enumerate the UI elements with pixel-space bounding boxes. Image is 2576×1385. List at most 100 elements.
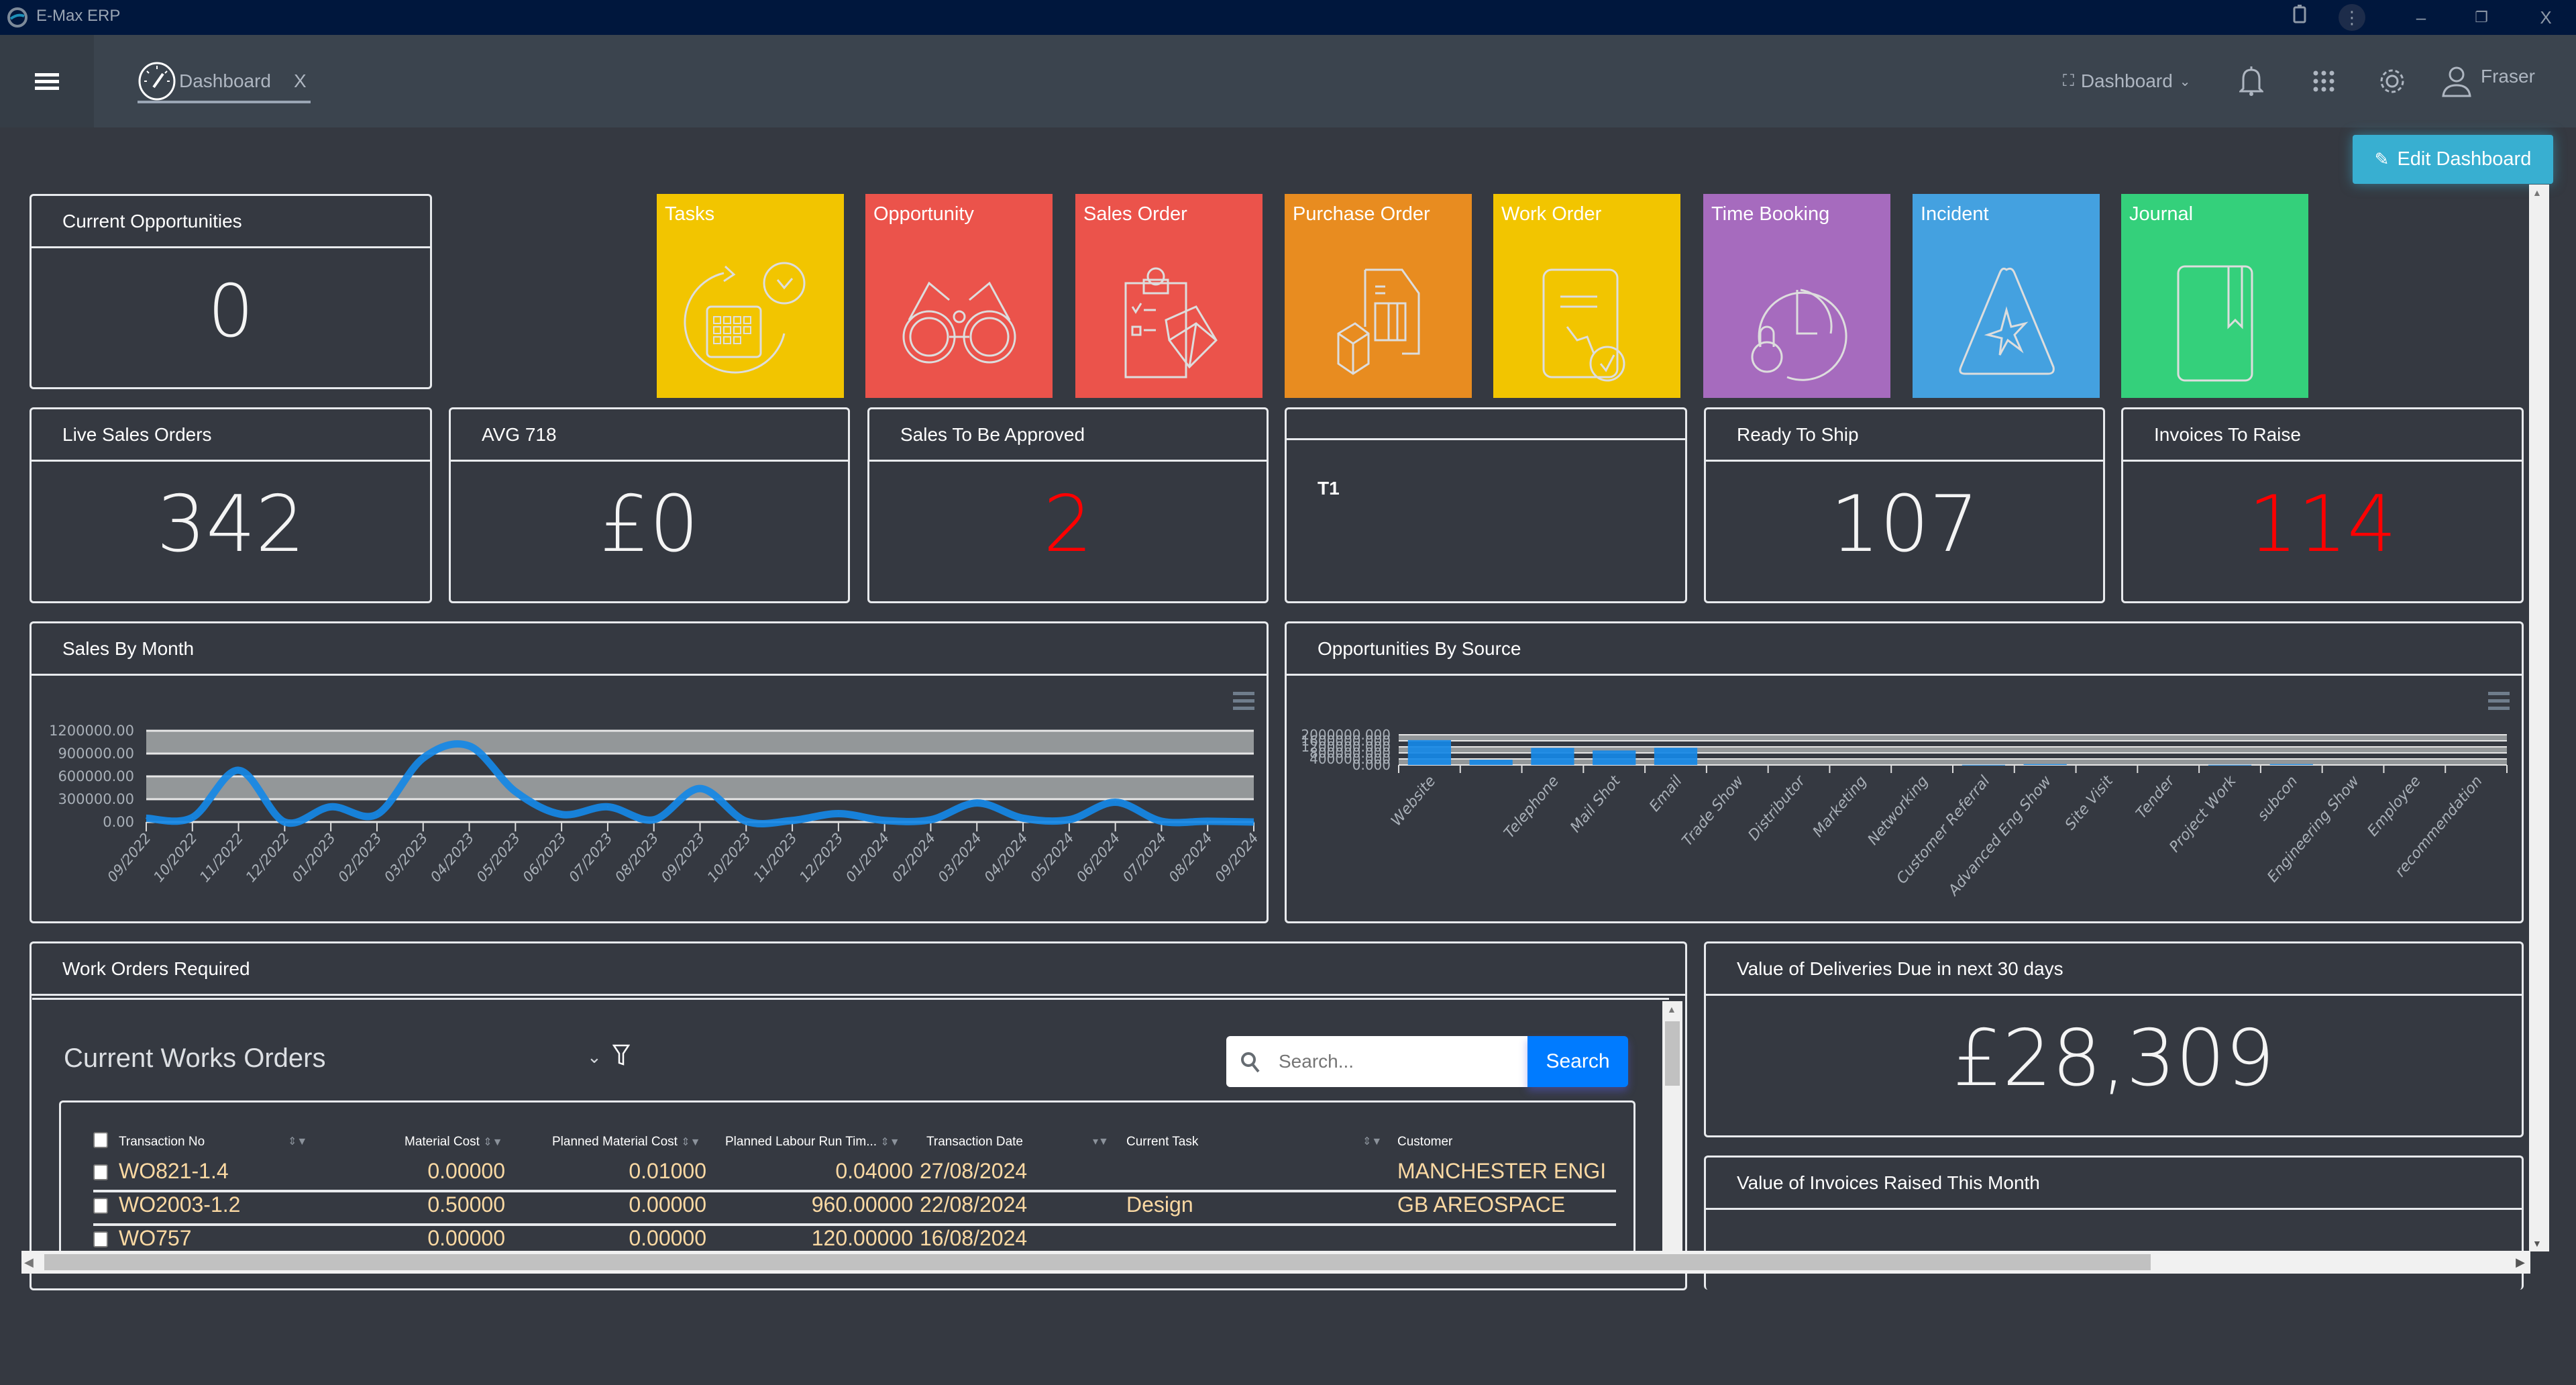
- search-icon: [1241, 1052, 1260, 1073]
- cell-transaction-no[interactable]: WO821-1.4: [119, 1159, 229, 1184]
- x-tick-label: Advanced Eng Show: [1945, 772, 2055, 900]
- column-header-planned-labour-run-time[interactable]: Planned Labour Run Tim... ⇕▼: [725, 1135, 900, 1149]
- sales-point: [1068, 819, 1070, 821]
- search-button[interactable]: Search: [1527, 1036, 1628, 1087]
- column-header-current-task[interactable]: Current Task: [1126, 1135, 1198, 1149]
- tile-time-booking[interactable]: Time Booking: [1703, 194, 1890, 398]
- column-header-material-cost[interactable]: Material Cost ⇕▼: [405, 1135, 502, 1149]
- filter-icon[interactable]: [612, 1044, 631, 1069]
- app-logo-icon: [7, 7, 28, 28]
- cell-transaction-date: 27/08/2024: [920, 1159, 1028, 1183]
- horizontal-scrollbar-thumb[interactable]: [44, 1254, 2151, 1270]
- edit-dashboard-button[interactable]: ✎ Edit Dashboard: [2353, 135, 2553, 184]
- column-header-transaction-no[interactable]: Transaction No: [119, 1135, 205, 1149]
- x-tick-label: Website: [1388, 773, 1439, 829]
- x-tick-label: 05/2024: [1027, 830, 1077, 885]
- search-input[interactable]: [1279, 1045, 1520, 1078]
- tab-close-button[interactable]: X: [294, 70, 307, 92]
- column-header-planned-material-cost[interactable]: Planned Material Cost ⇕▼: [552, 1135, 700, 1149]
- close-window-button[interactable]: X: [2530, 4, 2561, 31]
- more-options-icon[interactable]: ⋮: [2339, 4, 2365, 31]
- x-tick-label: 01/2024: [843, 830, 892, 885]
- x-tick-label: subcon: [2255, 773, 2302, 824]
- sort-filter-icon[interactable]: ▾▼: [1093, 1135, 1109, 1148]
- tile-label: Time Booking: [1711, 203, 1830, 225]
- row-checkbox[interactable]: [93, 1164, 108, 1180]
- tile-tasks[interactable]: Tasks: [657, 194, 844, 398]
- minimize-button[interactable]: –: [2406, 4, 2436, 31]
- y-tick-label: 0.00: [103, 814, 134, 830]
- tile-sales-order[interactable]: Sales Order: [1075, 194, 1263, 398]
- bell-icon: [2239, 66, 2263, 96]
- cell-customer: GB AREOSPACE: [1397, 1192, 1566, 1217]
- restore-button[interactable]: ❐: [2466, 4, 2497, 31]
- sales-point: [930, 819, 932, 821]
- sales-point: [191, 817, 193, 819]
- tile-journal[interactable]: Journal: [2121, 194, 2308, 398]
- cell-transaction-no[interactable]: WO2003-1.2: [119, 1192, 240, 1217]
- avg-card[interactable]: AVG 718 £0: [449, 407, 850, 603]
- x-tick-label: 12/2022: [243, 830, 292, 885]
- scrollbar-thumb[interactable]: [1665, 1021, 1680, 1086]
- column-header-customer[interactable]: Customer: [1397, 1135, 1452, 1149]
- x-tick-label: Networking: [1865, 773, 1932, 849]
- card-value: 2: [1043, 479, 1093, 570]
- dashboard-selector[interactable]: ⛶ Dashboard ⌄: [2063, 64, 2191, 98]
- sales-point: [1022, 817, 1024, 819]
- apps-grid-button[interactable]: [2312, 64, 2336, 98]
- invoices-to-raise-card[interactable]: Invoices To Raise 114: [2121, 407, 2524, 603]
- y-tick-label: 2000000.000: [1301, 727, 1391, 743]
- tile-work-order[interactable]: Work Order: [1493, 194, 1680, 398]
- live-sales-orders-card[interactable]: Live Sales Orders 342: [30, 407, 432, 603]
- page-vertical-scrollbar[interactable]: ▲ ▼: [2529, 185, 2549, 1251]
- t1-card[interactable]: T1: [1285, 407, 1687, 603]
- binoculars-icon: [902, 281, 1016, 364]
- row-checkbox[interactable]: [93, 1198, 108, 1214]
- sort-filter-icon[interactable]: ⇕▼: [1362, 1135, 1382, 1148]
- clipboard-box-icon: [1124, 267, 1218, 378]
- main-menu-button[interactable]: [0, 35, 94, 127]
- tab-dashboard[interactable]: Dashboard X: [138, 62, 311, 103]
- opportunities-bar-chart: 0.000400000.000800000.0001200000.0001600…: [1301, 727, 2508, 900]
- sales-to-be-approved-card[interactable]: Sales To Be Approved 2: [867, 407, 1269, 603]
- bar: [1531, 748, 1574, 765]
- search-box[interactable]: [1226, 1036, 1528, 1087]
- row-checkbox[interactable]: [93, 1231, 108, 1247]
- tile-label: Incident: [1921, 203, 1989, 225]
- card-value: £28,309: [1953, 1013, 2275, 1104]
- tile-opportunity[interactable]: Opportunity: [865, 194, 1053, 398]
- panel-title: Work Orders Required: [32, 943, 1685, 996]
- x-tick-label: Trade Show: [1679, 772, 1748, 850]
- sales-by-month-panel: Sales By Month 0.00 300000.00 600000.00 900…: [30, 621, 1269, 923]
- bar: [1962, 764, 2006, 766]
- select-all-checkbox[interactable]: [93, 1132, 108, 1148]
- page-horizontal-scrollbar[interactable]: ◀ ▶: [21, 1251, 2530, 1274]
- x-tick-label: 10/2023: [704, 830, 754, 885]
- bar: [2023, 764, 2067, 765]
- cell-transaction-date: 16/08/2024: [920, 1226, 1028, 1250]
- user-menu[interactable]: Fraser: [2442, 64, 2535, 98]
- clock-lock-icon: [1751, 289, 1847, 381]
- current-opportunities-card[interactable]: Current Opportunities 0: [30, 194, 432, 389]
- extensions-icon[interactable]: [2285, 4, 2316, 31]
- deliveries-due-card[interactable]: Value of Deliveries Due in next 30 days …: [1704, 941, 2524, 1137]
- work-orders-vertical-scrollbar[interactable]: ▲: [1662, 1001, 1682, 1252]
- chevron-down-icon: ⌄: [2179, 74, 2191, 89]
- bar: [2269, 764, 2313, 765]
- tile-purchase-order[interactable]: Purchase Order: [1285, 194, 1472, 398]
- tile-incident[interactable]: Incident: [1913, 194, 2100, 398]
- view-dropdown-chevron-icon[interactable]: ⌄: [587, 1047, 602, 1068]
- x-tick-label: 03/2023: [381, 830, 431, 885]
- cell-transaction-no[interactable]: WO757: [119, 1226, 191, 1251]
- x-tick-label: Tender: [2133, 772, 2179, 822]
- sort-filter-icon[interactable]: ⇕▼: [288, 1135, 307, 1148]
- x-tick-label: 05/2023: [474, 830, 523, 885]
- x-tick-label: 07/2023: [566, 830, 615, 885]
- x-tick-label: 08/2023: [612, 830, 661, 885]
- notifications-button[interactable]: [2239, 64, 2263, 98]
- sales-point: [1161, 820, 1163, 822]
- x-tick-label: 11/2023: [750, 830, 800, 885]
- column-header-transaction-date[interactable]: Transaction Date: [926, 1135, 1023, 1149]
- settings-button[interactable]: [2377, 64, 2408, 98]
- ready-to-ship-card[interactable]: Ready To Ship 107: [1704, 407, 2105, 603]
